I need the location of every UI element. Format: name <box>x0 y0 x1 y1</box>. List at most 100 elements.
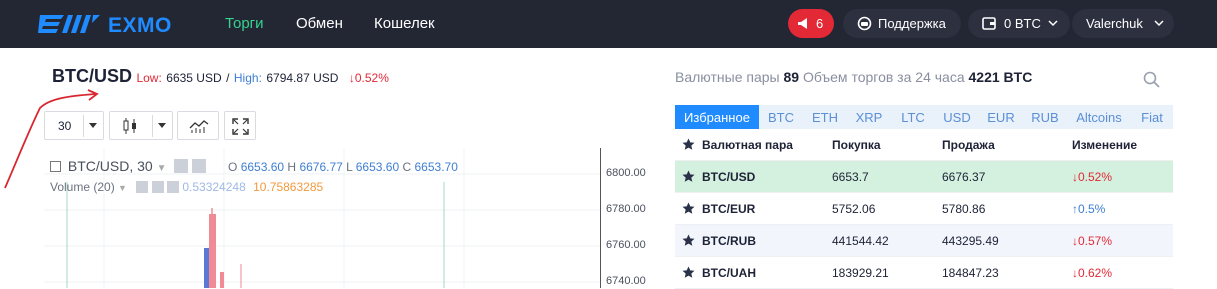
y-tick: 6760.00 <box>606 239 646 251</box>
page-title: BTC/USD <box>52 66 132 86</box>
table-header: Валютная пара Покупка Продажа Изменение <box>675 129 1173 161</box>
separator: / <box>226 71 230 85</box>
close-value: 6653.70 <box>414 160 458 174</box>
y-tick: 6780.00 <box>606 203 646 215</box>
fullscreen-button[interactable] <box>224 111 256 140</box>
pairs-label: Валютные пары <box>675 69 780 85</box>
open-value: 6653.60 <box>240 160 285 174</box>
tab-altcoins[interactable]: Altcoins <box>1067 105 1131 129</box>
column-sell[interactable]: Продажа <box>942 138 995 152</box>
user-menu-button[interactable]: Valerchuk <box>1072 9 1174 38</box>
low-value: 6635 USD <box>166 71 222 85</box>
pair-summary: BTC/USD Low: 6635 USD / High: 6794.87 US… <box>52 66 389 90</box>
nav-trade[interactable]: Торги <box>225 15 264 32</box>
caret-down-icon: ▼ <box>118 183 127 193</box>
indicators-icon <box>189 120 209 133</box>
nav-wallet[interactable]: Кошелек <box>374 15 435 32</box>
settings-icon[interactable] <box>151 181 164 193</box>
exmo-logo[interactable]: EXMO <box>38 10 188 38</box>
username: Valerchuk <box>1086 16 1143 31</box>
close-label: C <box>402 160 412 174</box>
star-icon[interactable] <box>682 138 695 151</box>
low-value: 6653.60 <box>355 160 400 174</box>
market-table: Валютная пара Покупка Продажа Изменение … <box>675 129 1173 289</box>
exmo-logo-icon <box>38 15 100 33</box>
caret-down-icon <box>158 123 166 128</box>
notifications-count: 6 <box>816 16 824 31</box>
close-icon[interactable] <box>167 181 179 193</box>
tab-eth[interactable]: ETH <box>803 105 847 129</box>
volume-value-1: 0.53324248 <box>182 180 246 194</box>
wallet-balance-button[interactable]: 0 BTC <box>968 9 1070 38</box>
sell-price: 6676.37 <box>942 170 986 184</box>
megaphone-icon <box>798 18 807 29</box>
column-buy[interactable]: Покупка <box>832 138 881 152</box>
wallet-balance: 0 BTC <box>1004 16 1041 31</box>
table-row[interactable]: BTC/UAH 183929.21 184847.23 ↓0.62% <box>675 257 1173 289</box>
ohlc-readout: O 6653.60 H 6676.77 L 6653.60 C 6653.70 <box>228 160 458 174</box>
low-label: Low: <box>136 71 162 85</box>
eye-icon[interactable] <box>174 159 189 173</box>
tab-ltc[interactable]: LTC <box>891 105 935 129</box>
brand-name: EXMO <box>108 14 172 37</box>
interval-select[interactable]: 30 <box>44 111 104 140</box>
star-icon[interactable] <box>682 266 695 279</box>
volume-label: Volume (20) <box>50 180 115 194</box>
pairs-count: 89 <box>783 69 800 85</box>
caret-down-icon <box>89 123 97 128</box>
market-tabs: Избранное BTC ETH XRP LTC USD EUR RUB Al… <box>675 105 1173 129</box>
chart-symbol: BTC/USD, 30 <box>67 158 153 174</box>
volume-value: 4221 BTC <box>968 69 1033 85</box>
high-value: 6676.77 <box>299 160 343 174</box>
collapse-toggle[interactable] <box>50 161 61 172</box>
table-row[interactable]: BTC/RUB 441544.42 443295.49 ↓0.57% <box>675 225 1173 257</box>
tab-fiat[interactable]: Fiat <box>1131 105 1173 129</box>
chart-legend: BTC/USD, 30 ▼ <box>50 158 207 174</box>
star-icon[interactable] <box>682 202 695 215</box>
tab-favorites[interactable]: Избранное <box>675 105 759 129</box>
caret-down-icon: ▼ <box>156 163 167 174</box>
tab-usd[interactable]: USD <box>935 105 979 129</box>
tab-xrp[interactable]: XRP <box>847 105 891 129</box>
table-row[interactable]: BTC/EUR 5752.06 5780.86 ↑0.5% <box>675 193 1173 225</box>
tab-rub[interactable]: RUB <box>1023 105 1067 129</box>
pair-name: BTC/RUB <box>702 234 756 248</box>
volume-legend: Volume (20) ▼ 0.53324248 10.75863285 <box>50 180 323 194</box>
pair-name: BTC/USD <box>702 170 756 184</box>
volume-label: Объем торгов за 24 часа <box>802 69 965 85</box>
chart-type-select[interactable] <box>109 111 173 140</box>
y-tick: 6740.00 <box>606 275 646 287</box>
search-icon[interactable] <box>1143 71 1160 88</box>
price-change: ↓0.57% <box>1072 234 1113 248</box>
pair-name: BTC/EUR <box>702 202 756 216</box>
fullscreen-icon <box>232 118 249 135</box>
settings-icon[interactable] <box>192 159 207 173</box>
tab-btc[interactable]: BTC <box>759 105 803 129</box>
high-label: High: <box>233 71 262 85</box>
buy-price: 183929.21 <box>832 266 889 280</box>
support-button[interactable]: Поддержка <box>843 9 961 38</box>
buy-price: 6653.7 <box>832 170 869 184</box>
eye-icon[interactable] <box>136 181 149 193</box>
chevron-down-icon <box>1048 20 1058 27</box>
table-row[interactable]: BTC/USD 6653.7 6676.37 ↓0.52% <box>675 161 1173 193</box>
pair-name: BTC/UAH <box>702 266 756 280</box>
sell-price: 443295.49 <box>942 234 999 248</box>
indicators-button[interactable] <box>177 111 219 140</box>
column-change[interactable]: Изменение <box>1072 138 1137 152</box>
low-label: L <box>346 160 353 174</box>
top-bar: EXMO Торги Обмен Кошелек 6 Поддержка 0 B… <box>0 0 1217 48</box>
chevron-down-icon <box>1154 20 1164 27</box>
markets-summary: Валютные пары 89 Объем торгов за 24 часа… <box>675 69 1032 85</box>
volume-value-2: 10.75863285 <box>253 180 324 194</box>
y-tick: 6800.00 <box>606 167 646 179</box>
notifications-button[interactable]: 6 <box>788 9 834 38</box>
star-icon[interactable] <box>682 170 695 183</box>
sell-price: 184847.23 <box>942 266 999 280</box>
wallet-icon <box>982 17 996 30</box>
tab-eur[interactable]: EUR <box>979 105 1023 129</box>
column-pair[interactable]: Валютная пара <box>702 138 793 152</box>
buy-price: 441544.42 <box>832 234 889 248</box>
star-icon[interactable] <box>682 234 695 247</box>
nav-exchange[interactable]: Обмен <box>296 15 343 32</box>
